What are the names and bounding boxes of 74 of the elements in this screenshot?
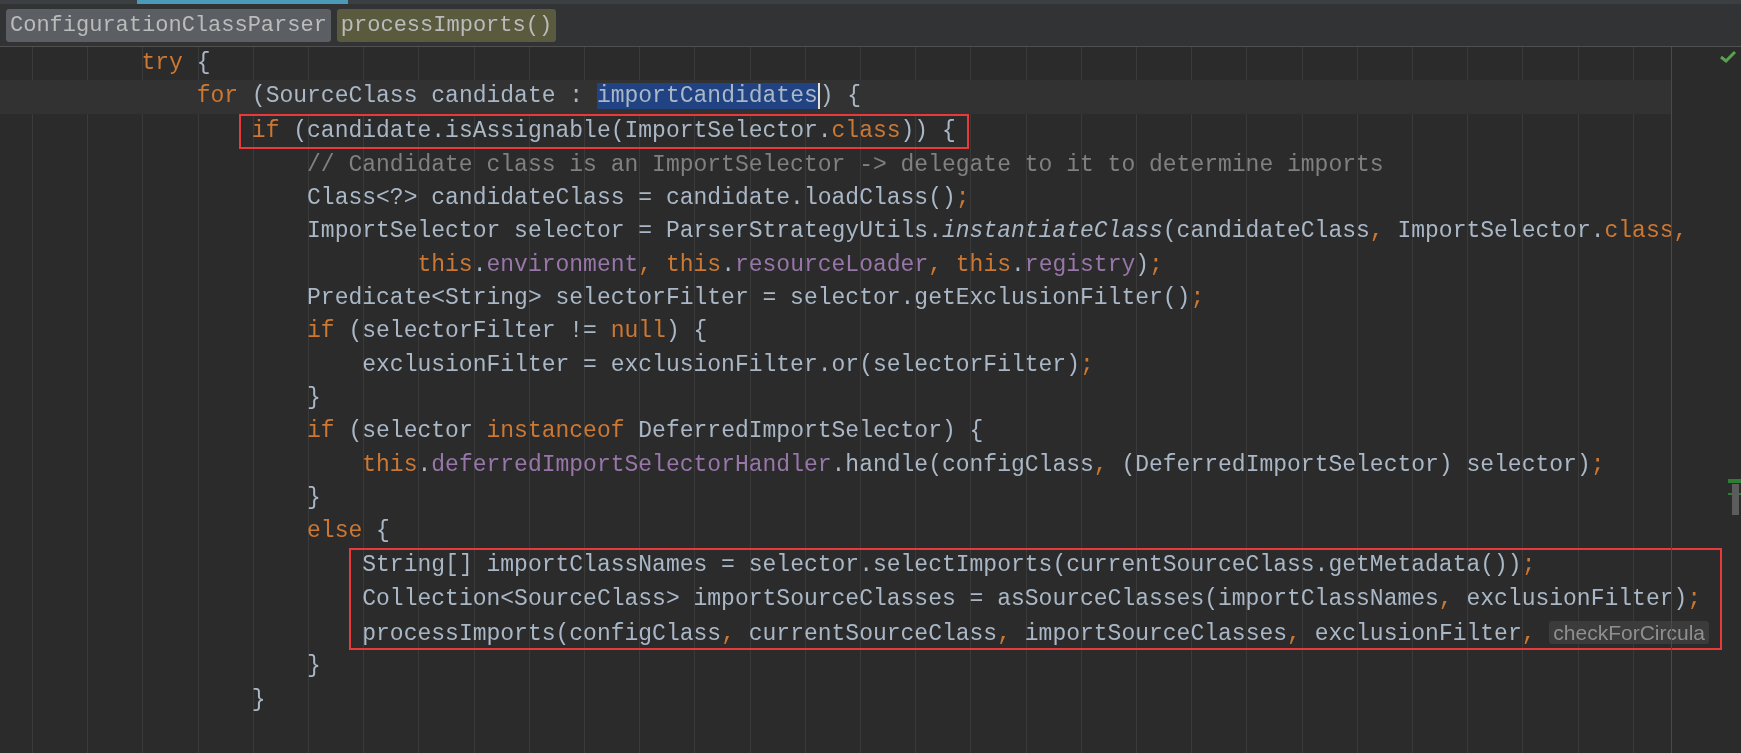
code-text: (SourceClass candidate : xyxy=(250,83,585,110)
code-text: Collection<SourceClass> importSourceClasses = asSourceClasses(importClassNames xyxy=(362,585,1439,612)
code-text: } xyxy=(306,384,321,411)
code-text: processImports(configClass xyxy=(362,621,722,648)
keyword-text: , xyxy=(1093,451,1109,478)
parameter-hint: checkForCircula xyxy=(1549,621,1710,645)
code-text: . xyxy=(472,251,487,278)
field-name-text: registry xyxy=(1024,251,1136,278)
selected-text: importCandidates xyxy=(596,83,820,110)
code-text: . xyxy=(1011,251,1025,278)
method-name-text: instantiateClass xyxy=(941,218,1163,245)
code-text: (selectorFilter != xyxy=(347,318,598,345)
code-text: exclusionFilter) xyxy=(1466,585,1688,612)
code-comment: // Candidate class is an ImportSelector -> delegate to it to determine imports xyxy=(306,151,1384,178)
code-text: (candidate.isAssignable(ImportSelector. xyxy=(292,117,832,144)
code-text: } xyxy=(306,653,321,680)
keyword-text: , this xyxy=(638,251,722,278)
scrollbar-thumb[interactable] xyxy=(1732,484,1739,515)
keyword-text: class, xyxy=(1604,218,1688,245)
code-text: { xyxy=(195,50,211,76)
code-text: (selector xyxy=(347,418,474,445)
keyword-text: ; xyxy=(1687,585,1702,612)
code-text: (DeferredImportSelector) selector) xyxy=(1121,451,1591,478)
code-text: Predicate<String> selectorFilter = selector.getExclusionFilter() xyxy=(306,285,1191,312)
code-text: (candidateClass xyxy=(1162,218,1370,245)
keyword-text: , xyxy=(721,621,736,648)
code-text: DeferredImportSelector) { xyxy=(637,418,984,445)
code-text: currentSourceClass xyxy=(748,621,998,648)
code-text: ImportSelector selector = ParserStrategyUtils. xyxy=(306,218,942,245)
field-name-text: deferredImportSelectorHandler xyxy=(431,451,832,478)
keyword-text: , this xyxy=(928,251,1011,278)
keyword-text: ; xyxy=(1080,351,1094,378)
code-text: ) xyxy=(1135,251,1150,278)
keyword-text: , xyxy=(1287,621,1302,648)
code-text: importSourceClasses xyxy=(1024,621,1288,648)
checkmark-icon xyxy=(1720,51,1736,63)
code-text: { xyxy=(375,518,390,545)
keyword-text: , xyxy=(1438,585,1454,612)
keyword-text: class xyxy=(831,117,901,144)
code-text: ) { xyxy=(665,318,708,345)
field-name-text: environment xyxy=(486,251,639,278)
code-text: String[] importClassNames = selector.selectImports(currentSourceClass.getMetadata()) xyxy=(362,552,1522,579)
keyword-text: instanceof xyxy=(486,418,625,445)
keyword-text: this xyxy=(361,451,418,478)
keyword-text: try xyxy=(140,50,183,76)
code-text: exclusionFilter xyxy=(1314,621,1522,648)
keyword-text: , xyxy=(1369,218,1385,245)
keyword-text: ; xyxy=(955,185,970,212)
keyword-text: ; xyxy=(1521,552,1536,579)
keyword-text: ; xyxy=(1590,451,1605,478)
code-text: )) { xyxy=(900,117,956,144)
code-text: ) { xyxy=(819,83,862,110)
code-text: } xyxy=(250,686,266,713)
keyword-text: for xyxy=(195,83,239,110)
breadcrumb[interactable]: ConfigurationClassParser xyxy=(6,8,331,42)
code-text: } xyxy=(306,484,321,511)
keyword-text: null xyxy=(610,318,666,345)
keyword-text: , xyxy=(997,621,1012,648)
code-text: Class<?> candidateClass = candidate.loadClass() xyxy=(306,185,956,212)
breadcrumb[interactable]: processImports() xyxy=(336,8,557,42)
code-text: . xyxy=(721,251,735,278)
keyword-text: if xyxy=(251,117,280,144)
code-text: ImportSelector. xyxy=(1397,218,1605,245)
keyword-text: if xyxy=(306,418,335,445)
code-text: . xyxy=(417,451,432,478)
field-name-text: resourceLoader xyxy=(734,251,929,278)
keyword-text: ; xyxy=(1190,285,1205,312)
keyword-text: this xyxy=(416,251,473,278)
keyword-text: else xyxy=(306,518,363,545)
code-text: exclusionFilter = exclusionFilter.or(selectorFilter) xyxy=(361,351,1080,378)
keyword-text: , xyxy=(1521,621,1537,648)
keyword-text: ; xyxy=(1149,251,1163,278)
keyword-text: if xyxy=(306,318,335,345)
code-text: .handle(configClass xyxy=(831,451,1094,478)
